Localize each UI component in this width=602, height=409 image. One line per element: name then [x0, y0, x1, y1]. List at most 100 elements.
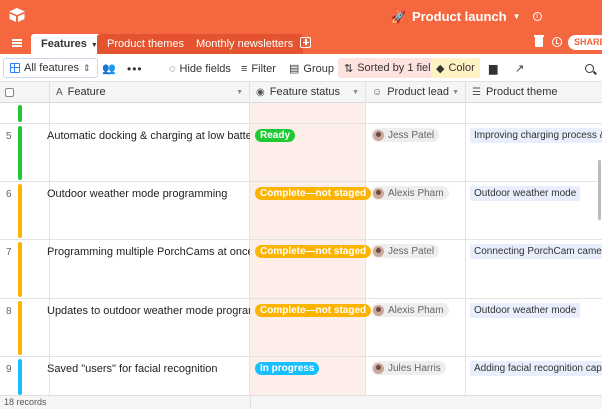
filter-label: Filter: [251, 62, 276, 75]
vertical-scrollbar[interactable]: [598, 160, 601, 220]
rocket-icon: 🚀: [391, 9, 406, 24]
history-icon[interactable]: [552, 37, 562, 47]
chevron-down-icon[interactable]: ▼: [352, 89, 359, 96]
tab-product-themes[interactable]: Product themes: [97, 34, 195, 54]
column-label: Product lead: [387, 86, 449, 98]
select-all-checkbox[interactable]: [5, 88, 14, 97]
feature-cell[interactable]: Outdoor weather mode programming: [47, 182, 250, 239]
chevron-down-icon[interactable]: ▼: [236, 89, 243, 96]
table-row[interactable]: 7 Programming multiple PorchCams at once…: [0, 240, 602, 299]
status-badge: Complete—not staged: [255, 245, 372, 258]
collaborators-icon[interactable]: 👥: [102, 60, 116, 77]
feature-cell[interactable]: Programming multiple PorchCams at once: [47, 240, 254, 298]
base-title-area[interactable]: 🚀 Product launch ▼ i: [391, 9, 542, 24]
lead-cell[interactable]: Alexis Pham: [366, 299, 466, 356]
column-header-product-theme[interactable]: ☰ Product theme: [466, 82, 602, 103]
more-options-icon[interactable]: •••: [127, 60, 143, 77]
chevron-down-icon[interactable]: ▼: [452, 89, 459, 96]
feature-cell[interactable]: Updates to outdoor weather mode programm…: [47, 299, 281, 356]
status-cell[interactable]: Complete—not staged: [250, 299, 372, 356]
table-row[interactable]: 6 Outdoor weather mode programming Compl…: [0, 182, 602, 240]
feature-cell[interactable]: [50, 103, 250, 123]
text-field-icon: A: [56, 86, 63, 98]
theme-cell[interactable]: [466, 103, 602, 123]
add-table-icon[interactable]: [300, 37, 311, 48]
sort-button[interactable]: ⇅ Sorted by 1 field: [338, 58, 443, 78]
avatar: [373, 362, 384, 374]
tab-monthly-newsletters[interactable]: Monthly newsletters: [186, 34, 304, 54]
table-row[interactable]: 5 Automatic docking & charging at low ba…: [0, 124, 602, 182]
sort-icon: ⇅: [344, 62, 354, 75]
lead-cell[interactable]: Alexis Pham: [366, 182, 466, 239]
share-button[interactable]: SHARE: [568, 35, 602, 50]
feature-text: Updates to outdoor weather mode programm…: [47, 305, 282, 317]
linked-record-pill: Adding facial recognition capabilit: [470, 361, 602, 376]
lead-cell[interactable]: Jules Harris: [366, 357, 466, 395]
status-cell[interactable]: Complete—not staged: [250, 240, 372, 298]
info-icon[interactable]: i: [532, 12, 542, 21]
tab-label: Features: [41, 38, 87, 50]
theme-cell[interactable]: Connecting PorchCam cameras: [466, 240, 602, 298]
sort-label: Sorted by 1 field: [357, 62, 437, 74]
color-label: Color: [448, 62, 475, 74]
group-label: Group: [303, 62, 334, 75]
base-title[interactable]: Product launch: [412, 9, 507, 24]
link-field-icon: ☰: [472, 86, 481, 98]
hamburger-menu-icon[interactable]: [12, 39, 22, 47]
paint-bucket-icon: ◆: [436, 62, 445, 75]
hide-fields-button[interactable]: ◌ Hide fields: [169, 60, 231, 77]
view-switcher[interactable]: All features ⇕: [3, 58, 98, 78]
lead-cell[interactable]: Jess Patel: [366, 124, 466, 181]
trash-icon[interactable]: [534, 35, 544, 47]
status-badge: Complete—not staged: [255, 304, 372, 317]
person-field-icon: ☺: [372, 86, 383, 98]
table-row[interactable]: 9 Saved "users" for facial recognition I…: [0, 357, 602, 395]
row-number-cell: 6: [0, 182, 50, 239]
column-label: Product theme: [485, 86, 558, 98]
view-name: All features: [24, 62, 80, 74]
avatar: [373, 304, 384, 316]
row-number: 8: [6, 306, 12, 317]
status-badge: In progress: [255, 362, 320, 375]
status-cell[interactable]: In progress: [250, 357, 366, 395]
theme-cell[interactable]: Outdoor weather mode: [466, 182, 602, 239]
share-view-icon[interactable]: ↗: [515, 60, 524, 77]
column-header-product-lead[interactable]: ☺ Product lead ▼: [366, 82, 466, 103]
status-cell[interactable]: Complete—not staged: [250, 182, 372, 239]
column-header-feature[interactable]: A Feature ▼: [50, 82, 250, 103]
status-cell[interactable]: Ready: [250, 124, 366, 181]
row-number: 9: [6, 364, 12, 375]
row-height-icon[interactable]: ▆: [489, 60, 497, 77]
eye-off-icon: ◌: [169, 62, 176, 75]
lead-cell[interactable]: [366, 103, 466, 123]
linked-record-pill: Outdoor weather mode: [470, 186, 581, 201]
table-row[interactable]: 8 Updates to outdoor weather mode progra…: [0, 299, 602, 357]
status-cell[interactable]: [250, 103, 366, 123]
search-button[interactable]: [585, 60, 594, 77]
column-header-feature-status[interactable]: ◉ Feature status ▼: [250, 82, 366, 103]
collaborator-pill: Jules Harris: [371, 361, 446, 375]
collaborator-pill: Jess Patel: [371, 244, 440, 258]
theme-cell[interactable]: Adding facial recognition capabilit: [466, 357, 602, 395]
view-toolbar: All features ⇕ 👥 ••• ◌ Hide fields ≡ Fil…: [0, 54, 602, 82]
group-button[interactable]: ▤ Group: [289, 60, 334, 77]
row-number-cell: [0, 103, 50, 123]
filter-button[interactable]: ≡ Filter: [241, 60, 276, 77]
row-number: 5: [6, 131, 12, 142]
lead-cell[interactable]: Jess Patel: [366, 240, 466, 298]
app-logo-icon[interactable]: [8, 7, 26, 23]
row-number: 7: [6, 247, 12, 258]
feature-text: Outdoor weather mode programming: [47, 188, 228, 200]
footer-divider: [250, 396, 251, 409]
color-button[interactable]: ◆ Color: [431, 58, 480, 78]
theme-cell[interactable]: Improving charging process & bat: [466, 124, 602, 181]
lead-name: Alexis Pham: [388, 304, 444, 316]
theme-cell[interactable]: Outdoor weather mode: [466, 299, 602, 356]
chevron-down-icon[interactable]: ▼: [513, 12, 521, 21]
feature-cell[interactable]: Automatic docking & charging at low batt…: [47, 124, 261, 181]
row-color-bar: [18, 184, 22, 238]
feature-cell[interactable]: Saved "users" for facial recognition: [47, 357, 250, 395]
record-count: 18 records: [4, 397, 47, 407]
tab-label: Monthly newsletters: [196, 38, 294, 50]
table-row[interactable]: [0, 103, 602, 124]
